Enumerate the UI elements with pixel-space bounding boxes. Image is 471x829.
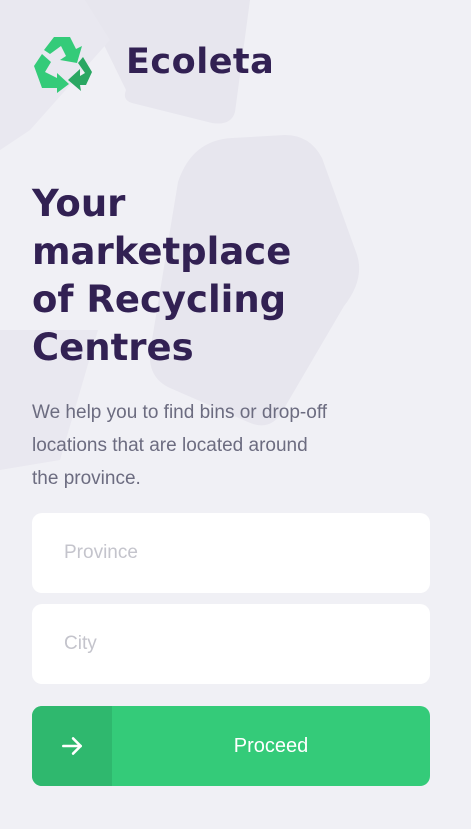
app-name: Ecoleta	[126, 42, 275, 82]
province-input[interactable]	[32, 513, 430, 593]
proceed-button[interactable]: Proceed	[32, 706, 430, 786]
page-description-line: We help you to find bins or drop-off	[32, 402, 328, 423]
page-title-line: Your	[32, 182, 126, 225]
city-input[interactable]	[32, 604, 430, 684]
page-title-line: marketplace	[32, 230, 292, 273]
page-description: We help you to find bins or drop-off loc…	[32, 396, 372, 495]
page-title: Your marketplace of Recycling Centres	[32, 180, 332, 372]
page-description-line: locations that are located around	[32, 435, 308, 456]
page-description-line: the province.	[32, 468, 141, 489]
recycle-icon	[34, 37, 92, 93]
proceed-button-label: Proceed	[233, 734, 309, 757]
page-title-line: of Recycling	[32, 278, 287, 321]
arrow-right-icon-box	[32, 706, 112, 786]
page-title-line: Centres	[32, 326, 194, 369]
arrow-right-icon	[62, 737, 82, 755]
home-screen: Ecoleta Your marketplace of Recycling Ce…	[0, 0, 471, 829]
app-logo: Ecoleta	[30, 30, 274, 94]
